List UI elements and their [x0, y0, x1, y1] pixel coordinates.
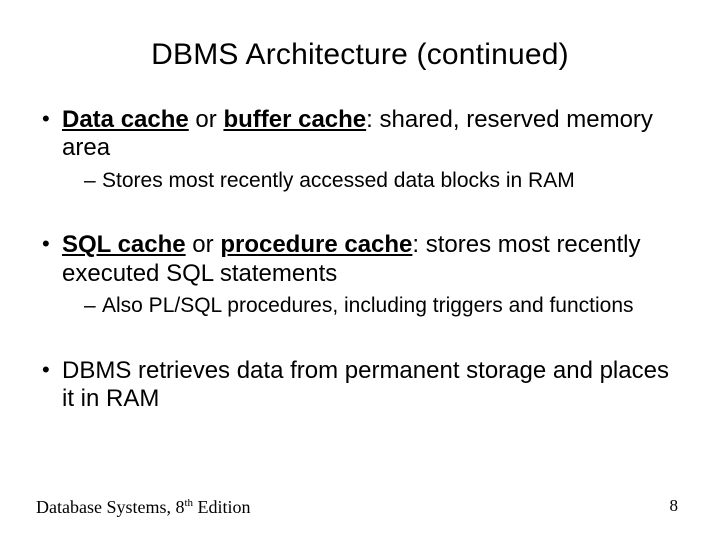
bullet-3: DBMS retrieves data from permanent stora…	[40, 357, 676, 414]
bullet-2-sub-1: Also PL/SQL procedures, including trigge…	[84, 294, 676, 319]
slide-title: DBMS Architecture (continued)	[36, 38, 684, 72]
slide-container: DBMS Architecture (continued) Data cache…	[0, 0, 720, 540]
footer-book: Database Systems, 8th Edition	[36, 497, 251, 518]
footer-edition: Edition	[193, 497, 251, 517]
bullet-2-term2: procedure cache	[220, 231, 412, 258]
bullet-2-sublist: Also PL/SQL procedures, including trigge…	[62, 294, 676, 319]
bullet-1-term2: buffer cache	[223, 106, 366, 133]
spacer	[40, 203, 676, 231]
bullet-1-mid: or	[189, 106, 224, 133]
bullet-list: Data cache or buffer cache: shared, rese…	[36, 106, 684, 413]
footer-book-title: Database Systems, 8	[36, 497, 184, 517]
page-number: 8	[670, 496, 679, 516]
bullet-2-mid: or	[186, 231, 221, 258]
bullet-2: SQL cache or procedure cache: stores mos…	[40, 231, 676, 318]
bullet-2-term1: SQL cache	[62, 231, 186, 258]
bullet-1: Data cache or buffer cache: shared, rese…	[40, 106, 676, 193]
bullet-1-sub-1: Stores most recently accessed data block…	[84, 169, 676, 194]
bullet-1-sublist: Stores most recently accessed data block…	[62, 169, 676, 194]
footer-ordinal: th	[184, 497, 193, 509]
bullet-3-text: DBMS retrieves data from permanent stora…	[62, 357, 669, 412]
bullet-1-term1: Data cache	[62, 106, 189, 133]
spacer	[40, 329, 676, 357]
